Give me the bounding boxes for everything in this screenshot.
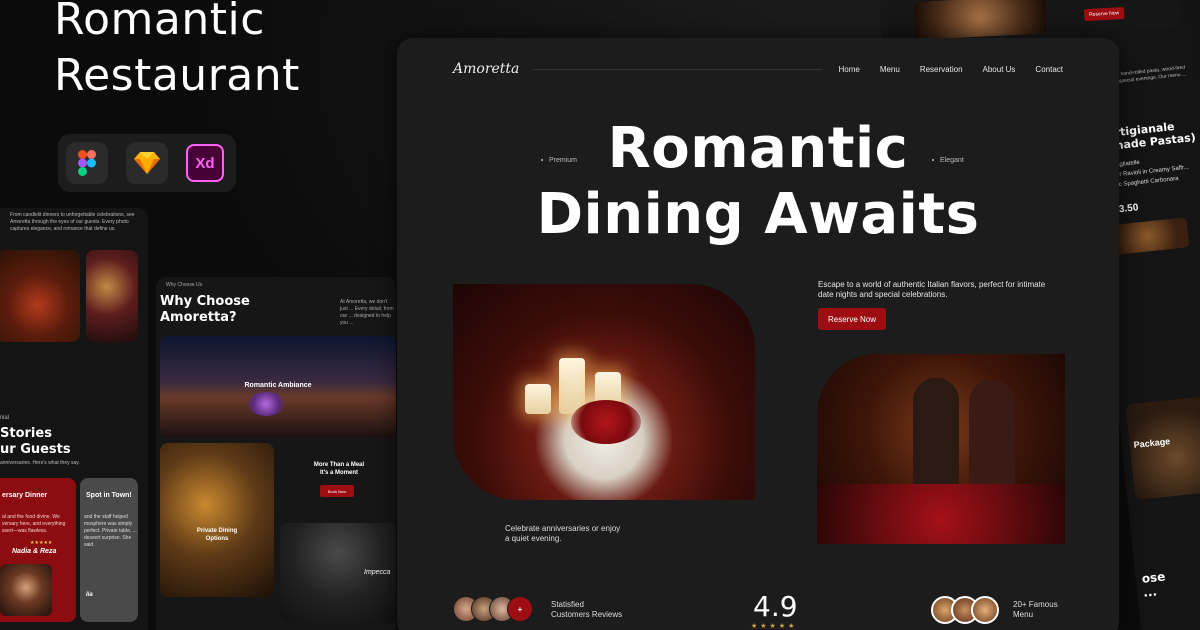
private-dining-label-line2: Options (205, 536, 229, 542)
ambiance-label: Romantic Ambiance (244, 382, 312, 389)
bottom-title: ose ... (1141, 569, 1167, 599)
reserve-now-button-peek[interactable]: Reserve Now (1083, 7, 1125, 22)
chef-feature-card[interactable]: Impecca (280, 523, 396, 623)
testimonial-eyebrow: imonial (0, 415, 10, 421)
testimonial-subtitle: anniversaries. Here's what they say. (0, 460, 80, 466)
customer-review-label-line2: Customers Reviews (551, 610, 623, 619)
review-card[interactable]: Spot in Town! and the staff helped mosph… (80, 478, 138, 622)
promo-title-line1: Romantic (54, 0, 265, 45)
tool-badges: Xd (58, 134, 236, 192)
dish-thumb (971, 596, 999, 624)
private-dining-card[interactable]: Private Dining Options (160, 443, 274, 597)
nav-divider (533, 68, 823, 70)
package-card[interactable]: Package (1125, 395, 1200, 501)
nav-reservation[interactable]: Reservation (920, 65, 963, 74)
nav-home[interactable]: Home (838, 65, 859, 74)
why-eyebrow: Why Choose Us (166, 282, 203, 288)
review-stars: ★★★★★ (30, 540, 53, 546)
famous-menu-label-line2: Menu (1013, 610, 1034, 619)
hero-description: Escape to a world of authentic Italian f… (818, 280, 1046, 299)
stats-bar: + Statisfied Customers Reviews 4.9 ★★★★★… (453, 590, 1063, 630)
gallery-image-dish (0, 250, 80, 342)
promo-title-line2: Restaurant (54, 50, 300, 101)
menu-photo (1106, 217, 1190, 256)
main-hero-frame: Amoretta Home Menu Reservation About Us … (397, 38, 1119, 630)
rating-value: 4.9 (753, 590, 798, 623)
testimonial-title-line1: Stories (0, 426, 52, 441)
meal-moment-line2: It's a Moment (319, 470, 359, 476)
review-title: ersary Dinner (2, 492, 48, 499)
hero-title-line1: Romantic (607, 116, 909, 181)
nav-links: Home Menu Reservation About Us Contact (838, 65, 1063, 74)
why-description: At Amoretta, we don't just ... Every det… (340, 299, 394, 326)
testimonial-title: Stories ur Guests (0, 426, 71, 458)
private-dining-label: Private Dining Options (160, 527, 274, 543)
navbar: Amoretta Home Menu Reservation About Us … (453, 58, 1063, 80)
rating-stars-icon: ★★★★★ (751, 623, 798, 630)
testimonial-title-line2: ur Guests (0, 442, 71, 457)
candle-icon (525, 384, 551, 414)
promo-title: Romantic Restaurant (54, 0, 300, 104)
review-body: and the staff helped mosphere was simply… (84, 514, 137, 548)
bottom-title-line1: ose (1141, 569, 1166, 586)
nav-contact[interactable]: Contact (1035, 65, 1063, 74)
review-author: lia (86, 592, 93, 598)
ambiance-glow (248, 392, 284, 416)
plus-icon[interactable]: + (507, 596, 533, 622)
celebrate-text: Celebrate anniversaries or enjoy a quiet… (505, 524, 621, 543)
meal-moment-block: More Than a Meal It's a Moment Book Now (282, 443, 396, 515)
sketch-icon (126, 142, 168, 184)
ambiance-feature-card[interactable]: Romantic Ambiance (160, 336, 396, 438)
why-choose-preview-card: Why Choose Us Why Choose Amoretta? At Am… (156, 277, 396, 630)
why-title-line1: Why Choose (160, 294, 250, 309)
customer-avatars: + (453, 596, 533, 622)
person-silhouette (913, 378, 959, 498)
package-label: Package (1133, 436, 1171, 450)
why-title-line2: Amoretta? (160, 310, 237, 325)
famous-menu-label: 20+ Famous Menu (1013, 600, 1058, 620)
couple-dinner-photo (817, 354, 1065, 544)
gallery-image-interior (86, 250, 138, 342)
chef-label: Impecca (364, 569, 391, 576)
menu-dish-avatars (931, 596, 999, 624)
nav-about-us[interactable]: About Us (983, 65, 1016, 74)
hero-title: Romantic Dining Awaits (397, 116, 1119, 248)
xd-icon: Xd (186, 144, 224, 182)
review-author: Nadia & Reza (12, 548, 57, 555)
review-title: Spot in Town! (86, 492, 132, 499)
review-card-featured[interactable]: ersary Dinner al and the food divine. We… (0, 478, 76, 622)
table-with-roses (817, 484, 1065, 544)
review-avatar (0, 564, 52, 616)
hero-title-line2: Dining Awaits (536, 182, 980, 247)
person-silhouette (969, 380, 1015, 500)
meal-moment-text: More Than a Meal It's a Moment (282, 461, 396, 477)
review-body: al and the food divine. We versary here,… (2, 514, 66, 534)
reserve-now-button[interactable]: Reserve Now (818, 308, 886, 330)
customer-review-label: Statisfied Customers Reviews (551, 600, 622, 620)
famous-menu-label-line1: 20+ Famous (1013, 600, 1058, 609)
meal-moment-line1: More Than a Meal (313, 462, 365, 468)
bottom-title-line2: ... (1142, 584, 1158, 600)
figma-icon (66, 142, 108, 184)
logo[interactable]: Amoretta (453, 61, 519, 77)
why-title: Why Choose Amoretta? (160, 294, 250, 326)
gallery-intro-text: From candlelit dinners to unforgettable … (10, 212, 135, 232)
book-now-button[interactable]: Book Now (320, 485, 354, 497)
hero-table-photo (453, 284, 755, 500)
nav-menu[interactable]: Menu (880, 65, 900, 74)
private-dining-label-line1: Private Dining (196, 528, 238, 534)
testimonial-preview-card: From candlelit dinners to unforgettable … (0, 208, 148, 630)
customer-review-label-line1: Statisfied (551, 600, 584, 609)
rose-icon (571, 400, 641, 444)
